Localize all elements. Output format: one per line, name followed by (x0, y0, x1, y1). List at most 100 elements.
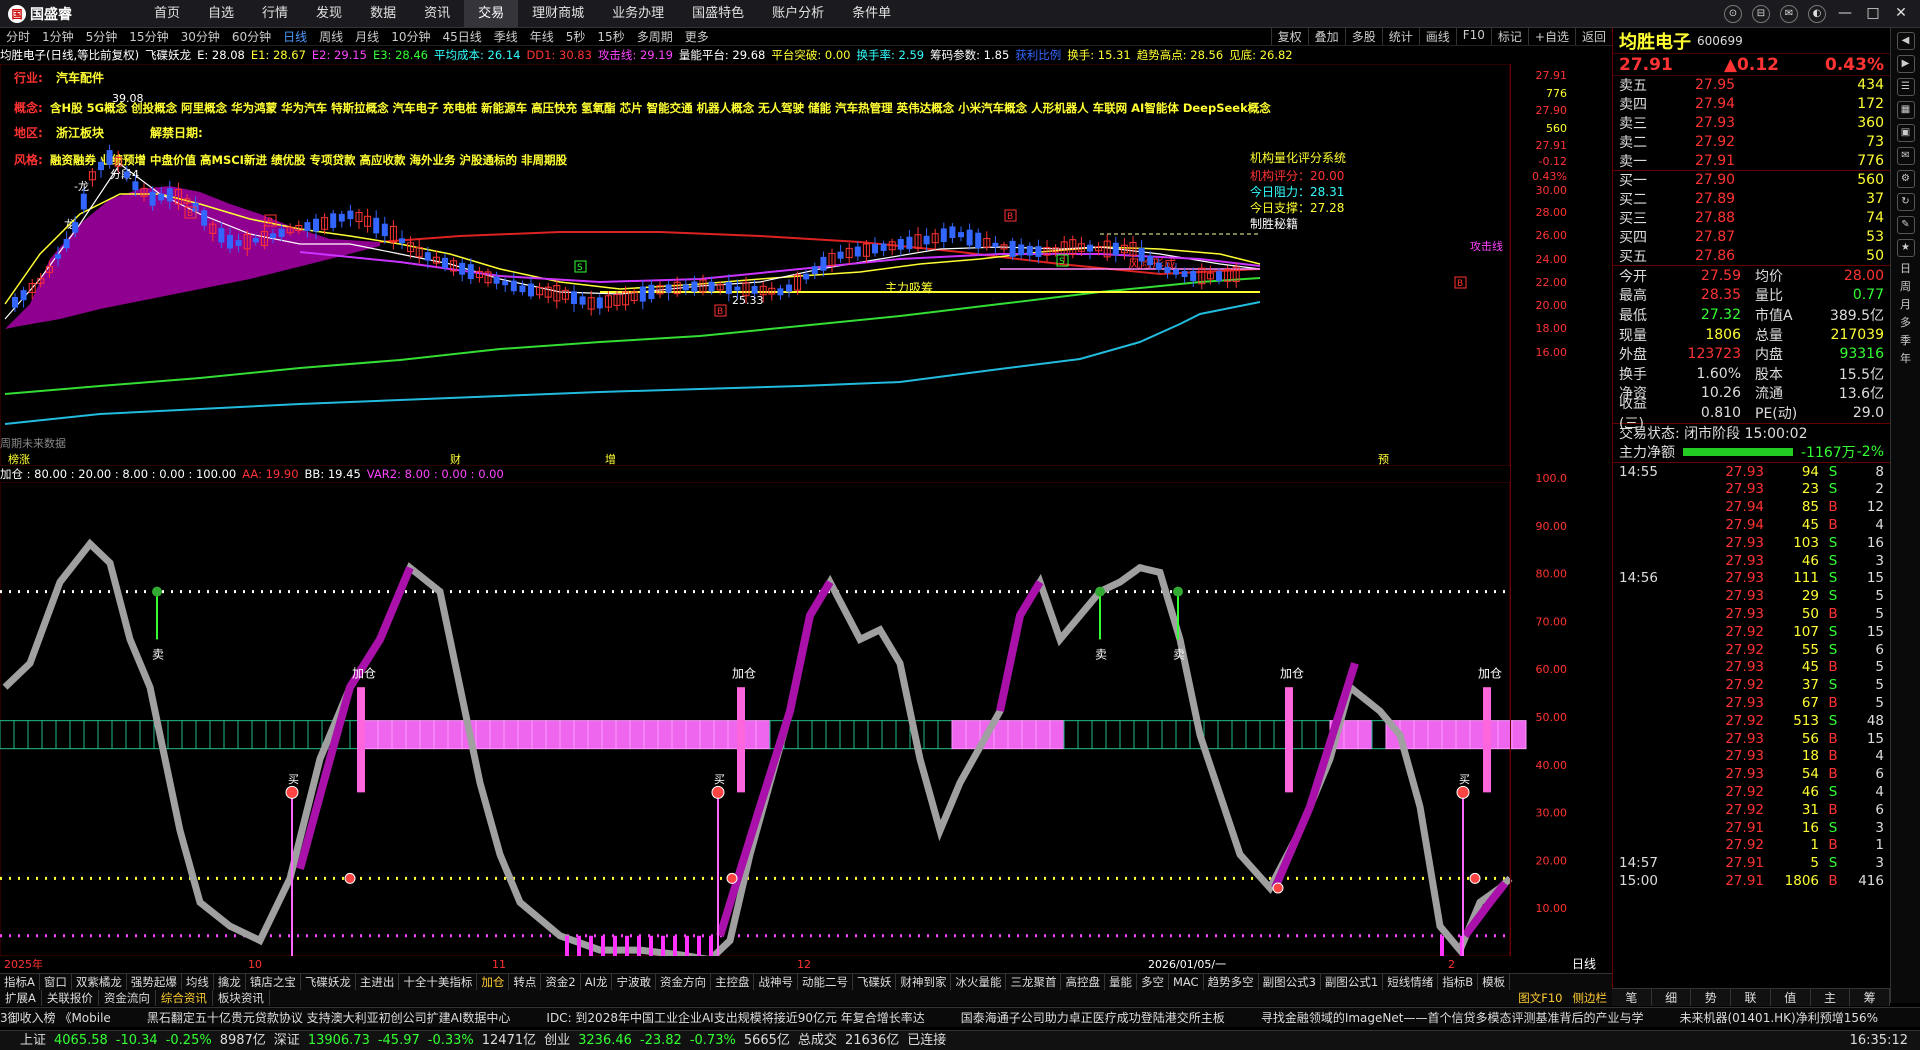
info-tab-0[interactable]: 扩展A (0, 990, 42, 1006)
indicator-tab-22[interactable]: 三龙聚首 (1006, 974, 1062, 990)
quote-tab-4[interactable]: 值 (1771, 989, 1811, 1006)
menu-item-7[interactable]: 理财商城 (518, 0, 598, 28)
asks-row-1[interactable]: 卖四 27.94 172 (1613, 95, 1890, 114)
period-tab-0[interactable]: 分时 (0, 28, 36, 45)
sz-index-label[interactable]: 深证 (274, 1031, 300, 1050)
quote-tab-1[interactable]: 细 (1652, 989, 1692, 1006)
menu-item-8[interactable]: 业务办理 (598, 0, 678, 28)
connection-status[interactable]: 已连接 (907, 1031, 946, 1050)
cy-index-label[interactable]: 创业 (544, 1031, 570, 1050)
menu-item-11[interactable]: 条件单 (838, 0, 905, 28)
window-control-icon-4[interactable]: — (1836, 5, 1854, 23)
period-tab-3[interactable]: 15分钟 (123, 28, 174, 45)
menu-item-0[interactable]: 首页 (140, 0, 194, 28)
menu-item-2[interactable]: 行情 (248, 0, 302, 28)
menu-item-9[interactable]: 国盛特色 (678, 0, 758, 28)
menu-item-5[interactable]: 资讯 (410, 0, 464, 28)
indicator-tab-5[interactable]: 擒龙 (214, 974, 246, 990)
sidebar-icon-8[interactable]: ✎ (1896, 216, 1915, 234)
indicator-tab-10[interactable]: 加仓 (477, 974, 510, 990)
indicator-tab-28[interactable]: 副图公式3 (1259, 974, 1321, 990)
period-indicator[interactable]: 日线 (1572, 957, 1596, 971)
menu-item-6[interactable]: 交易 (464, 0, 519, 28)
indicator-tab-2[interactable]: 双紫橘龙 (72, 974, 127, 990)
indicator-tab-24[interactable]: 量能 (1105, 974, 1137, 990)
sidebar-icon-12[interactable]: 月 (1894, 298, 1918, 311)
period-tab-15[interactable]: 多周期 (631, 28, 679, 45)
app-logo[interactable]: 国 国盛睿 (0, 4, 110, 24)
indicator-tab-32[interactable]: 模板 (1478, 974, 1511, 990)
sidebar-icon-6[interactable]: ⚙ (1896, 170, 1915, 188)
indicator-tab-18[interactable]: 动能二号 (798, 974, 853, 990)
window-control-icon-5[interactable]: □ (1864, 5, 1882, 23)
period-tab-16[interactable]: 更多 (679, 28, 715, 45)
indicator-tab-29[interactable]: 副图公式1 (1321, 974, 1384, 990)
sidebar-icon-13[interactable]: 多 (1894, 316, 1918, 329)
period-tab-11[interactable]: 季线 (488, 28, 524, 45)
indicator-tab-15[interactable]: 资金方向 (656, 974, 711, 990)
news-item-5[interactable]: 未来机器(01401.HK)净利预增156% (1679, 1011, 1878, 1025)
indicator-tab-11[interactable]: 转点 (509, 974, 542, 990)
window-control-icon-6[interactable]: ✕ (1892, 5, 1910, 23)
period-tab-13[interactable]: 5秒 (560, 28, 592, 45)
indicator-tab-31[interactable]: 指标B (1438, 974, 1479, 990)
indicator-tab-26[interactable]: MAC (1169, 974, 1204, 990)
sidebar-icon-11[interactable]: 周 (1894, 280, 1918, 293)
chart-tool-0[interactable]: 复权 (1270, 28, 1308, 45)
sh-index-label[interactable]: 上证 (20, 1031, 46, 1050)
sidebar-icon-10[interactable]: 日 (1894, 262, 1918, 275)
chart-tool-4[interactable]: 画线 (1418, 28, 1456, 45)
news-item-2[interactable]: IDC: 到2028年中国工业企业AI支出规模将接近90亿元 年复合增长率达 (546, 1011, 924, 1025)
menu-item-4[interactable]: 数据 (356, 0, 410, 28)
bids-row-2[interactable]: 买三 27.88 74 (1613, 209, 1890, 228)
window-control-icon-3[interactable]: ◐ (1808, 4, 1826, 23)
chart-tool-3[interactable]: 统计 (1381, 28, 1419, 45)
period-tab-2[interactable]: 5分钟 (80, 28, 124, 45)
window-control-icon-1[interactable]: ⊟ (1752, 4, 1770, 23)
indicator-tab-17[interactable]: 战神号 (754, 974, 798, 990)
bids-row-1[interactable]: 买二 27.89 37 (1613, 190, 1890, 209)
indicator-tab-19[interactable]: 飞碟妖 (853, 974, 897, 990)
asks-row-2[interactable]: 卖三 27.93 360 (1613, 114, 1890, 133)
indicator-tab-14[interactable]: 宁波敢 (612, 974, 656, 990)
indicator-tab-3[interactable]: 强势起爆 (127, 974, 182, 990)
period-tab-8[interactable]: 月线 (349, 28, 385, 45)
indicator-tab-12[interactable]: 资金2 (541, 974, 581, 990)
news-ticker[interactable]: 3御收入榜 《Mobile 黑石翻定五十亿贵元贷款协议 支持澳大利亚初创公司扩建A… (0, 1007, 1920, 1027)
period-tab-12[interactable]: 年线 (524, 28, 560, 45)
kline-main-chart[interactable]: 行业: 汽车配件概念: 含H股 5G概念 创投概念 阿里概念 华为鸿蒙 华为汽车 特… (0, 64, 1570, 466)
bids-row-3[interactable]: 买四 27.87 53 (1613, 227, 1890, 246)
chart-tool-5[interactable]: F10 (1455, 28, 1491, 45)
window-control-icon-2[interactable]: ✉ (1780, 4, 1798, 23)
indicator-tab-7[interactable]: 飞碟妖龙 (301, 974, 356, 990)
indicator-tab-4[interactable]: 均线 (182, 974, 214, 990)
indicator-tab-25[interactable]: 多空 (1137, 974, 1169, 990)
quote-tab-3[interactable]: 联 (1731, 989, 1771, 1006)
indicator-tab-16[interactable]: 主控盘 (711, 974, 755, 990)
period-tab-1[interactable]: 1分钟 (36, 28, 80, 45)
news-item-4[interactable]: 寻找金融领域的ImageNet——首个信贷多模态评测基准背后的产业与学 (1261, 1011, 1644, 1025)
news-item-1[interactable]: 黑石翻定五十亿贵元贷款协议 支持澳大利亚初创公司扩建AI数据中心 (147, 1011, 511, 1025)
indicator-tab-6[interactable]: 镇店之宝 (246, 974, 301, 990)
chart-tool-2[interactable]: 多股 (1344, 28, 1382, 45)
bids-row-0[interactable]: 买一 27.90 560 (1613, 171, 1890, 190)
sidebar-icon-15[interactable]: 年 (1894, 352, 1918, 365)
sidebar-icon-3[interactable]: ▦ (1896, 101, 1915, 119)
quote-tab-5[interactable]: 主 (1811, 989, 1851, 1006)
info-tab-4[interactable]: 板块资讯 (213, 990, 270, 1006)
tick-list[interactable]: 14:55 27.93 94 S 8 27.93 23 S 2 27.94 85 B 12 27.94 45… (1613, 463, 1890, 890)
info-tab-2[interactable]: 资金流向 (99, 990, 156, 1006)
news-item-0[interactable]: 3御收入榜 《Mobile (0, 1011, 111, 1025)
chart-tool-7[interactable]: +自选 (1527, 28, 1575, 45)
period-tab-10[interactable]: 45日线 (436, 28, 487, 45)
window-control-icon-0[interactable]: ⊙ (1724, 4, 1742, 23)
chart-tool-8[interactable]: 返回 (1574, 28, 1612, 45)
info-tab-3[interactable]: 综合资讯 (156, 990, 213, 1006)
sidebar-icon-9[interactable]: ★ (1896, 239, 1915, 257)
asks-row-3[interactable]: 卖二 27.92 73 (1613, 132, 1890, 151)
sidebar-icon-0[interactable]: ◀ (1896, 32, 1915, 50)
period-tab-14[interactable]: 15秒 (591, 28, 630, 45)
asks-row-4[interactable]: 卖一 27.91 776 (1613, 151, 1890, 170)
indicator-tab-23[interactable]: 高控盘 (1061, 974, 1105, 990)
sidebar-icon-4[interactable]: ▣ (1896, 124, 1915, 142)
